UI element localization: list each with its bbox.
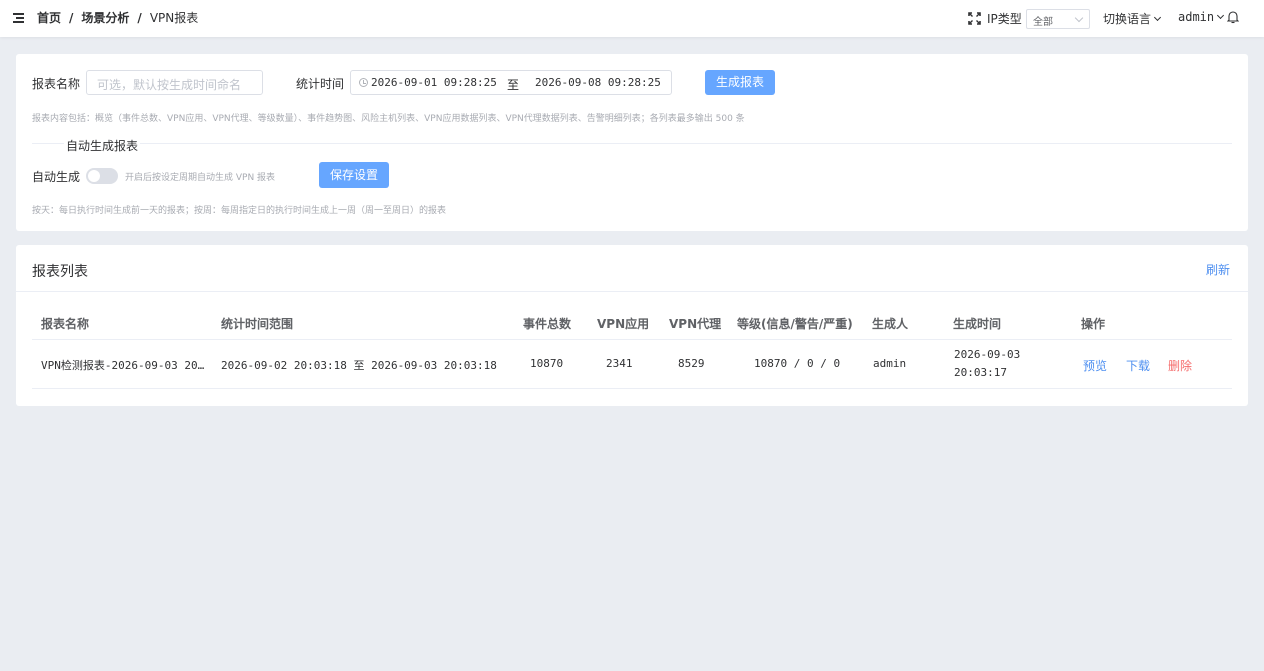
column-header-actions: 操作	[1081, 317, 1106, 331]
column-header-levels: 等级(信息/警告/严重)	[737, 317, 853, 331]
column-header-vpn-proxy: VPN代理	[669, 317, 722, 331]
report-form-card: 报表名称 可选，默认按生成时间命名 统计时间 2026-09-01 09:28:…	[16, 54, 1248, 231]
auto-section-title: 自动生成报表	[64, 137, 141, 154]
date-start[interactable]: 2026-09-01 09:28:25	[371, 76, 497, 89]
auto-generate-label: 自动生成	[32, 170, 81, 184]
report-name-label: 报表名称	[32, 77, 81, 91]
bell-icon[interactable]	[1227, 10, 1239, 24]
breadcrumb: 首页 / 场景分析 / VPN报表	[37, 10, 198, 26]
cell-vpn-app: 2341	[606, 357, 633, 370]
column-header-total: 事件总数	[523, 317, 572, 331]
auto-generate-hint: 开启后按设定周期自动生成 VPN 报表	[125, 173, 276, 183]
download-link[interactable]: 下载	[1126, 357, 1150, 374]
breadcrumb-current: VPN报表	[149, 11, 199, 25]
chevron-down-icon	[1074, 13, 1084, 23]
cell-creator: admin	[873, 357, 907, 370]
ip-type-label: IP类型	[987, 12, 1022, 26]
breadcrumb-separator: /	[69, 11, 74, 25]
report-list-card: 报表列表 刷新 报表名称 统计时间范围 事件总数 VPN应用 VPN代理 等级(…	[16, 245, 1248, 406]
username: admin	[1178, 10, 1215, 24]
chevron-down-icon	[1217, 11, 1225, 20]
column-header-vpn-app: VPN应用	[597, 317, 650, 331]
created-time: 20:03:17	[954, 366, 1007, 379]
cell-vpn-proxy: 8529	[678, 357, 705, 370]
save-settings-button[interactable]: 保存设置	[319, 162, 389, 188]
report-name-input[interactable]: 可选，默认按生成时间命名	[86, 70, 263, 95]
stat-time-label: 统计时间	[296, 77, 345, 91]
column-header-creator: 生成人	[872, 317, 909, 331]
table-row-divider	[32, 388, 1232, 389]
top-header: 首页 / 场景分析 / VPN报表 IP类型 全部 切换语言 admin	[0, 0, 1264, 37]
breadcrumb-scene-analysis[interactable]: 场景分析	[81, 11, 129, 25]
delete-link[interactable]: 删除	[1168, 357, 1192, 374]
list-header-divider	[16, 291, 1248, 292]
section-divider	[32, 143, 1232, 144]
date-end[interactable]: 2026-09-08 09:28:25	[535, 76, 661, 89]
table-row-divider	[32, 339, 1232, 340]
clock-icon	[359, 78, 368, 87]
column-header-created-time: 生成时间	[953, 317, 1002, 331]
menu-fold-icon[interactable]	[13, 13, 24, 23]
breadcrumb-home[interactable]: 首页	[37, 11, 61, 25]
language-switcher[interactable]: 切换语言	[1103, 10, 1162, 27]
fullscreen-icon[interactable]	[968, 12, 981, 25]
cell-report-name: VPN检测报表-2026-09-03 20…	[41, 359, 205, 372]
chevron-down-icon	[1153, 13, 1162, 22]
report-name-placeholder: 可选，默认按生成时间命名	[97, 78, 242, 92]
cell-time-range: 2026-09-02 20:03:18 至 2026-09-03 20:03:1…	[221, 359, 497, 372]
language-label: 切换语言	[1103, 12, 1152, 26]
schedule-hint: 按天：每日执行时间生成前一天的报表；按周：每周指定日的执行时间生成上一周（周一至…	[32, 206, 447, 216]
report-list-title: 报表列表	[32, 264, 88, 280]
cell-levels: 10870 / 0 / 0	[754, 357, 841, 370]
breadcrumb-separator: /	[137, 11, 142, 25]
refresh-link[interactable]: 刷新	[1206, 261, 1230, 278]
generate-report-button[interactable]: 生成报表	[705, 70, 775, 95]
preview-link[interactable]: 预览	[1083, 357, 1107, 374]
date-range-separator: 至	[507, 78, 520, 92]
column-header-range: 统计时间范围	[221, 317, 294, 331]
auto-generate-toggle[interactable]	[86, 168, 118, 184]
user-menu[interactable]: admin	[1178, 10, 1225, 24]
cell-total: 10870	[530, 357, 564, 370]
cell-created-time: 2026-09-03 20:03:17	[954, 346, 1020, 382]
ip-type-value: 全部	[1033, 17, 1053, 28]
report-content-hint: 报表内容包括：概览（事件总数、VPN应用、VPN代理、等级数量）、事件趋势图、风…	[32, 114, 745, 124]
ip-type-select[interactable]: 全部	[1026, 9, 1090, 29]
column-header-name: 报表名称	[41, 317, 90, 331]
created-date: 2026-09-03	[954, 348, 1021, 361]
date-range-picker[interactable]: 2026-09-01 09:28:25 至 2026-09-08 09:28:2…	[350, 70, 672, 95]
